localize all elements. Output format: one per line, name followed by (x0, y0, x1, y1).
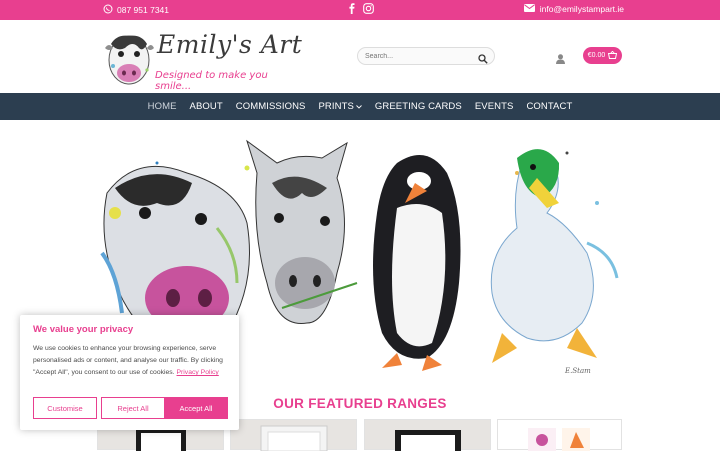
featured-card[interactable] (364, 419, 491, 451)
nav-label: ABOUT (189, 101, 223, 112)
cookie-title: We value your privacy (33, 324, 134, 335)
privacy-policy-link[interactable]: Privacy Policy (177, 369, 219, 376)
instagram-icon[interactable] (363, 3, 374, 16)
cart-total: €0.00 (587, 52, 606, 59)
nav-item-about[interactable]: ABOUT (183, 101, 229, 112)
search-input[interactable] (358, 48, 473, 64)
basket-icon (608, 50, 618, 61)
envelope-icon (523, 4, 535, 14)
framed-print-thumbnail (260, 425, 328, 452)
social-links (349, 3, 374, 16)
facebook-icon[interactable] (349, 3, 355, 16)
email-address: info@emilystampart.ie (539, 4, 624, 14)
featured-card[interactable] (230, 419, 357, 452)
nav-label: HOME (147, 101, 177, 112)
cow-logo-icon (105, 35, 154, 85)
artist-signature: E.Stam (564, 367, 591, 375)
nav-item-home[interactable]: HOME (141, 101, 183, 112)
nav-item-prints[interactable]: PRINTS (312, 101, 368, 112)
cookie-body: We use cookies to enhance your browsing … (33, 343, 228, 380)
search-box (357, 47, 495, 65)
cookie-consent-banner: We value your privacy We use cookies to … (20, 315, 239, 430)
customise-button[interactable]: Customise (33, 397, 97, 419)
chevron-down-icon (356, 101, 362, 112)
framed-print-thumbnail (395, 430, 461, 451)
nav-item-greeting-cards[interactable]: GREETING CARDS (368, 101, 468, 112)
phone-number: 087 951 7341 (117, 5, 169, 15)
top-bar: 087 951 7341 info@emilystampart.ie (0, 0, 720, 20)
phone-contact[interactable]: 087 951 7341 (103, 4, 169, 16)
nav-item-contact[interactable]: CONTACT (520, 101, 579, 112)
user-account-icon[interactable] (556, 51, 565, 69)
site-header: Emily's Art Designed to make you smile..… (0, 20, 720, 93)
search-icon[interactable] (478, 51, 488, 69)
logo-tagline: Designed to make you smile... (155, 70, 268, 92)
greeting-cards-thumbnail (528, 428, 590, 451)
logo-title: Emily's Art (157, 30, 303, 59)
nav-label: CONTACT (526, 101, 573, 112)
cart-button[interactable]: €0.00 (583, 47, 622, 64)
nav-label: PRINTS (318, 101, 354, 112)
nav-label: GREETING CARDS (374, 101, 462, 112)
main-nav: HOME ABOUT COMMISSIONS PRINTS GREETING C… (0, 93, 720, 120)
email-contact[interactable]: info@emilystampart.ie (523, 4, 624, 14)
whatsapp-icon (103, 4, 113, 16)
site-logo[interactable]: Emily's Art Designed to make you smile..… (103, 26, 303, 92)
nav-item-commissions[interactable]: COMMISSIONS (229, 101, 312, 112)
nav-item-events[interactable]: EVENTS (468, 101, 520, 112)
accept-all-button[interactable]: Accept All (164, 397, 228, 419)
nav-label: COMMISSIONS (235, 101, 306, 112)
featured-card[interactable] (497, 419, 622, 451)
reject-all-button[interactable]: Reject All (101, 397, 165, 419)
nav-label: EVENTS (474, 101, 514, 112)
